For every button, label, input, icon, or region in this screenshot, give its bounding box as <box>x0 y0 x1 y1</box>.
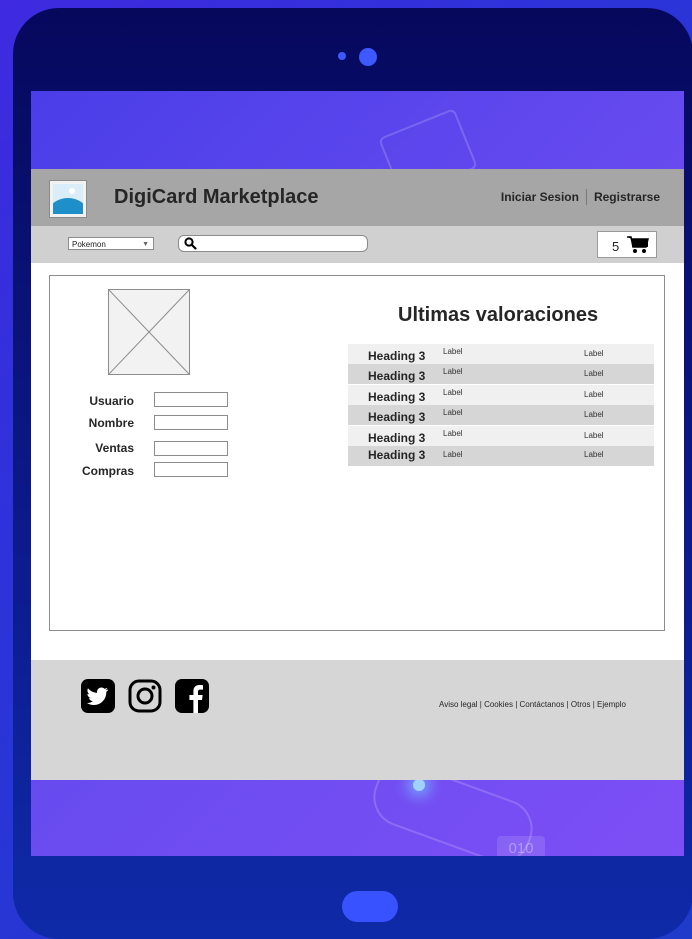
field-label-nombre: Nombre <box>88 416 134 430</box>
login-link[interactable]: Iniciar Sesion <box>501 190 579 204</box>
rating-label: Label <box>584 410 604 419</box>
rating-heading: Heading 3 <box>368 410 426 424</box>
rating-label: Label <box>584 450 604 459</box>
rating-heading: Heading 3 <box>368 369 426 383</box>
ventas-field[interactable] <box>154 441 228 456</box>
logo-image-icon[interactable] <box>49 180 87 218</box>
instagram-icon[interactable] <box>128 679 162 713</box>
field-label-ventas: Ventas <box>95 441 134 455</box>
cart-count: 5 <box>612 239 620 254</box>
decorative-binary: 010 <box>497 836 545 856</box>
site-title: DigiCard Marketplace <box>114 186 319 208</box>
main-content: Usuario Nombre Ventas Compras Ultimas va… <box>31 263 684 660</box>
site-footer: Aviso legal | Cookies | Contáctanos | Ot… <box>31 660 684 780</box>
rating-label: Label <box>584 349 604 358</box>
rating-label: Label <box>443 408 463 417</box>
rating-label: Label <box>443 388 463 397</box>
rating-heading: Heading 3 <box>368 390 426 404</box>
rating-heading: Heading 3 <box>368 431 426 445</box>
rating-row: Heading 3 Label Label <box>348 344 654 364</box>
camera-dot <box>338 52 346 60</box>
auth-divider <box>585 189 587 205</box>
shopping-cart-icon <box>627 236 649 253</box>
rating-row: Heading 3 Label Label <box>348 426 654 446</box>
field-label-compras: Compras <box>81 464 134 478</box>
search-icon <box>184 237 197 250</box>
auth-links: Iniciar Sesion Registrarse <box>501 189 660 205</box>
rating-row: Heading 3 Label Label <box>348 405 654 425</box>
rating-heading: Heading 3 <box>368 349 426 363</box>
nombre-field[interactable] <box>154 415 228 430</box>
register-link[interactable]: Registrarse <box>594 190 660 204</box>
ratings-title: Ultimas valoraciones <box>398 304 599 326</box>
footer-links[interactable]: Aviso legal | Cookies | Contáctanos | Ot… <box>439 700 626 709</box>
site-header: DigiCard Marketplace Iniciar Sesion Regi… <box>31 169 684 226</box>
search-toolbar: Pokemon ▼ 5 <box>31 226 684 264</box>
rating-label: Label <box>443 450 463 459</box>
rating-label: Label <box>584 390 604 399</box>
profile-image-placeholder <box>108 289 190 375</box>
rating-label: Label <box>584 369 604 378</box>
rating-label: Label <box>443 429 463 438</box>
search-input[interactable] <box>178 235 368 252</box>
usuario-field[interactable] <box>154 392 228 407</box>
camera-lens <box>359 48 377 66</box>
rating-label: Label <box>443 367 463 376</box>
facebook-icon[interactable] <box>175 679 209 713</box>
rating-label: Label <box>443 347 463 356</box>
rating-row: Heading 3 Label Label <box>348 385 654 405</box>
category-select-value: Pokemon <box>72 240 106 249</box>
chevron-down-icon: ▼ <box>142 241 149 248</box>
field-label-usuario: Usuario <box>89 394 134 408</box>
rating-heading: Heading 3 <box>368 448 426 462</box>
rating-row: Heading 3 Label Label <box>348 364 654 384</box>
compras-field[interactable] <box>154 462 228 477</box>
profile-panel: Usuario Nombre Ventas Compras Ultimas va… <box>49 275 665 631</box>
cart-button[interactable]: 5 <box>597 231 657 258</box>
decorative-glow <box>413 779 425 791</box>
twitter-icon[interactable] <box>81 679 115 713</box>
rating-row: Heading 3 Label Label <box>348 446 654 466</box>
home-button[interactable] <box>342 891 398 922</box>
category-select[interactable]: Pokemon ▼ <box>68 237 154 250</box>
rating-label: Label <box>584 431 604 440</box>
